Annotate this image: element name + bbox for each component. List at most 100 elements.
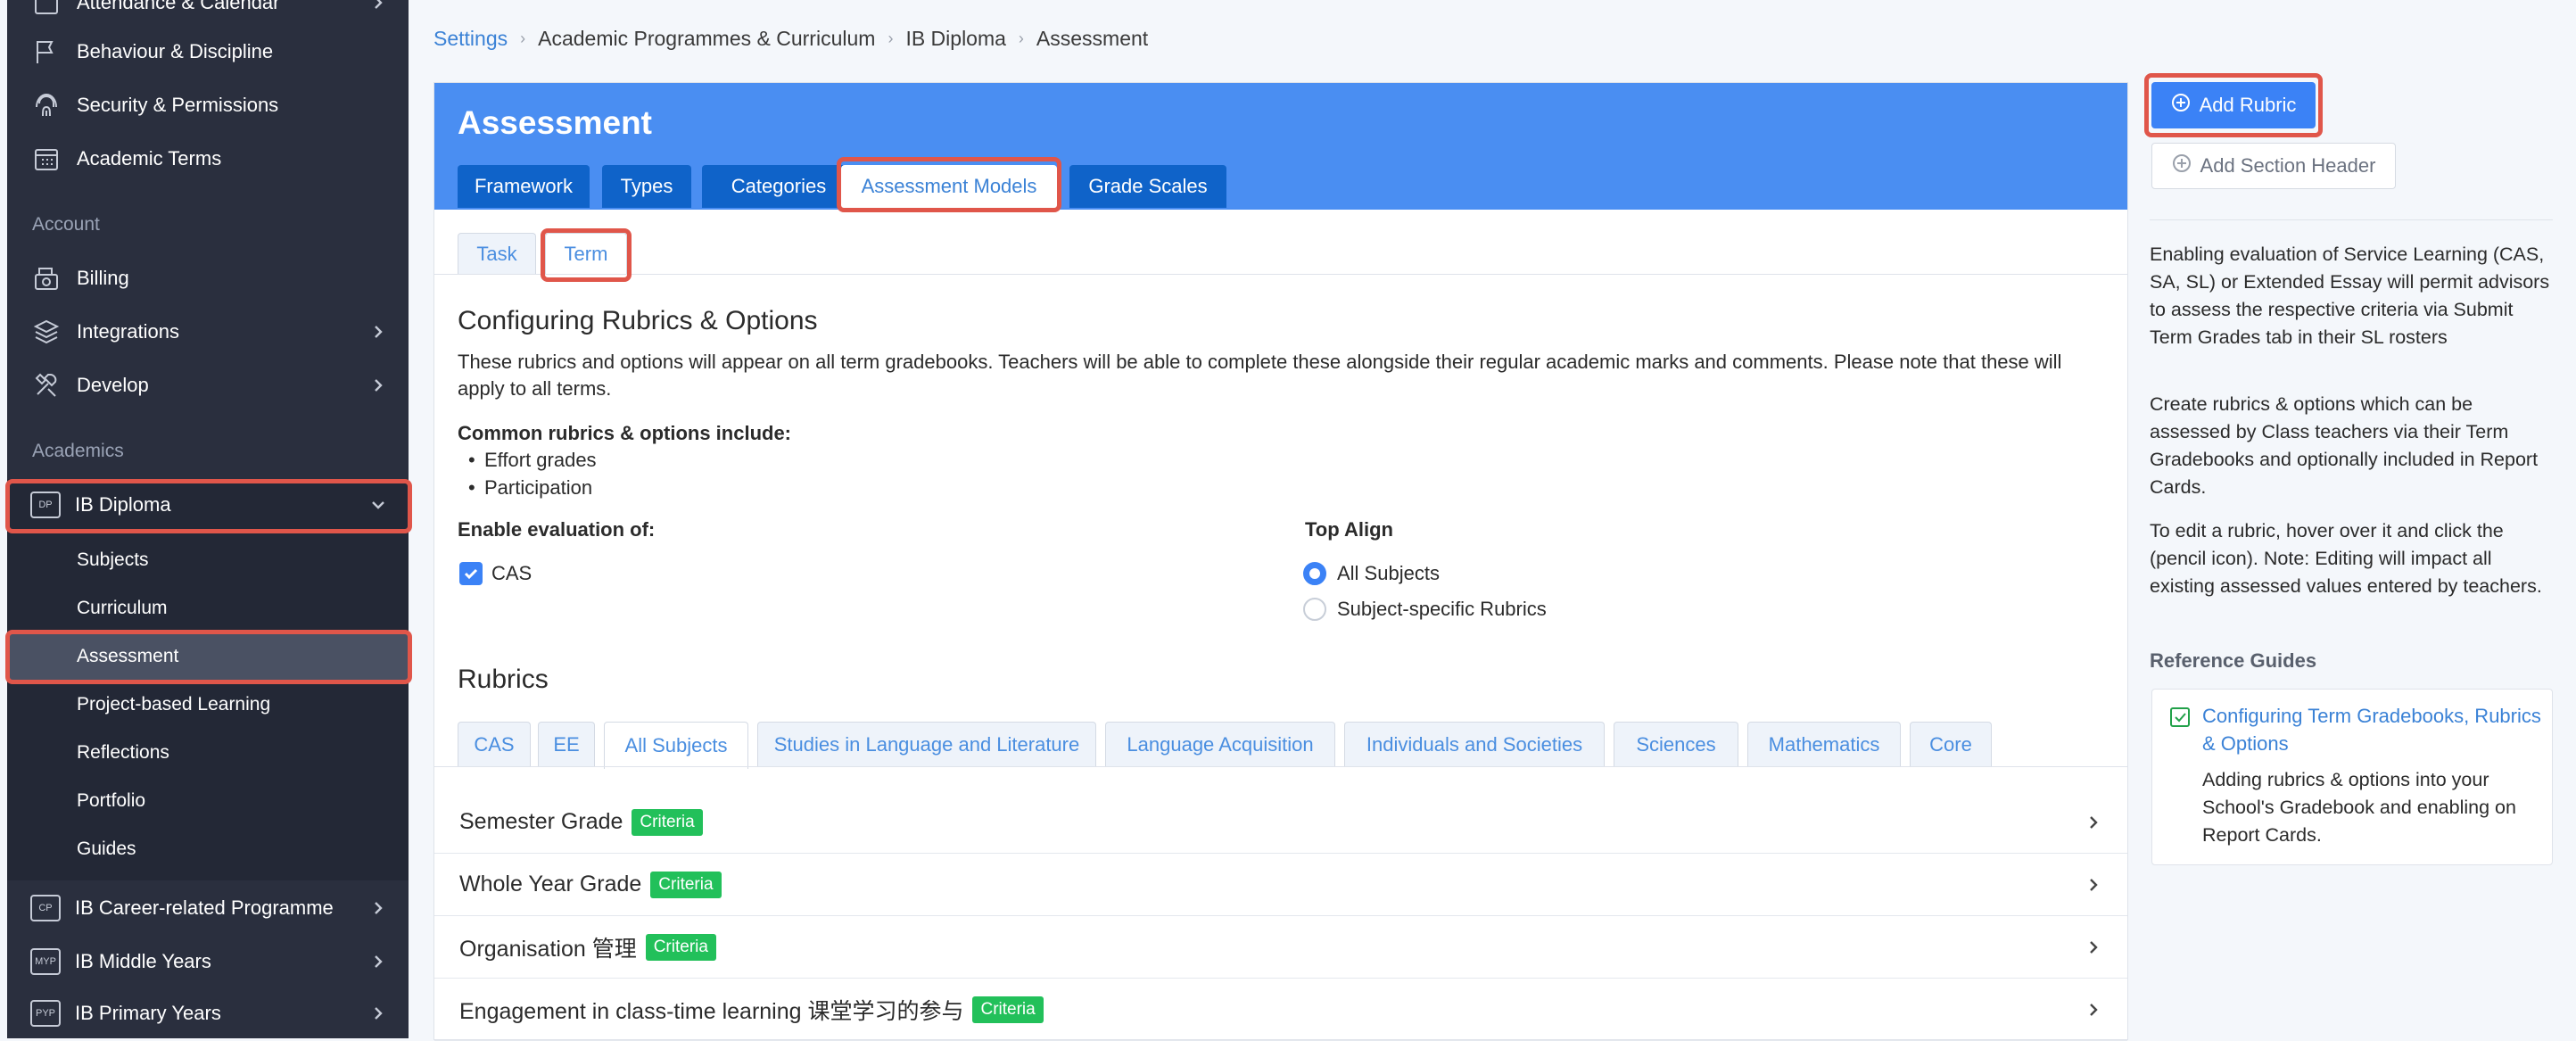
add-rubric-button[interactable]: Add Rubric — [2151, 82, 2316, 128]
guide-description: Adding rubrics & options into your Schoo… — [2202, 769, 2516, 846]
checklist-icon — [2168, 706, 2192, 729]
rubric-name: Whole Year Grade — [459, 872, 642, 896]
sidebar-item-label: Develop — [77, 374, 149, 396]
tab-grade-scales[interactable]: Grade Scales — [1069, 165, 1226, 208]
chevron-right-icon — [2085, 1001, 2102, 1019]
chevron-down-icon — [369, 496, 387, 514]
subtab-task[interactable]: Task — [458, 233, 536, 275]
sidebar-item-label: Behaviour & Discipline — [77, 40, 274, 62]
cp-badge-icon: CP — [30, 895, 61, 921]
calendar-grid-icon — [30, 143, 62, 175]
plus-circle-icon — [2171, 93, 2191, 118]
info-create-rubrics: Create rubrics & options which can be as… — [2150, 393, 2539, 498]
rubric-tab-mathematics[interactable]: Mathematics — [1747, 722, 1901, 767]
chevron-right-icon — [2085, 814, 2102, 831]
rubric-name: Organisation 管理 — [459, 936, 637, 962]
sidebar-subitem-project-based-learning[interactable]: Project-based Learning — [7, 681, 409, 729]
rubric-tab-core[interactable]: Core — [1910, 722, 1992, 767]
rubric-tab-divider — [434, 766, 2127, 767]
list-item: Effort grades — [468, 449, 597, 472]
sidebar-item-label: IB Middle Years — [75, 950, 211, 972]
radio-subject-specific-label: Subject-specific Rubrics — [1337, 598, 1547, 620]
common-rubrics-label: Common rubrics & options include: — [458, 422, 792, 444]
enable-evaluation-label: Enable evaluation of: — [458, 518, 656, 541]
rubric-tab-sciences[interactable]: Sciences — [1614, 722, 1738, 767]
list-item: Participation — [468, 476, 592, 500]
sidebar-item-ib-middle-years[interactable]: MYP IB Middle Years — [7, 936, 409, 987]
chevron-right-icon — [369, 0, 387, 12]
checkmark-icon — [464, 568, 478, 580]
sidebar-item-ib-primary-years[interactable]: PYP IB Primary Years — [7, 987, 409, 1038]
sidebar-subitem-guides[interactable]: Guides — [7, 825, 409, 873]
rubric-tab-language-acquisition[interactable]: Language Acquisition — [1105, 722, 1335, 767]
sidebar-item-label: Attendance & Calendar — [77, 0, 280, 13]
chevron-right-icon — [369, 899, 387, 917]
sidebar-item-develop[interactable]: Develop — [7, 359, 409, 411]
rubric-tab-language-literature[interactable]: Studies in Language and Literature — [757, 722, 1096, 767]
sidebar-item-behaviour[interactable]: Behaviour & Discipline — [7, 26, 409, 78]
sidebar-item-ib-diploma[interactable]: DP IB Diploma — [7, 479, 409, 531]
sidebar: Attendance & Calendar Behaviour & Discip… — [7, 0, 409, 1038]
breadcrumb-ib-diploma[interactable]: IB Diploma — [905, 27, 1005, 51]
info-edit-rubric: To edit a rubric, hover over it and clic… — [2150, 520, 2542, 597]
sidebar-subitem-portfolio[interactable]: Portfolio — [7, 777, 409, 825]
sidebar-subitem-curriculum[interactable]: Curriculum — [7, 584, 409, 632]
sidebar-item-academic-terms[interactable]: Academic Terms — [7, 133, 409, 185]
breadcrumb: Settings › Academic Programmes & Curricu… — [433, 27, 1148, 51]
sidebar-item-attendance[interactable]: Attendance & Calendar — [7, 0, 409, 29]
pyp-badge-icon: PYP — [30, 1000, 61, 1027]
top-align-label: Top Align — [1305, 518, 1393, 541]
sidebar-section-account: Account — [32, 214, 100, 235]
assessment-card: Assessment Framework Types Categories As… — [433, 82, 2128, 1041]
myp-badge-icon: MYP — [30, 948, 61, 975]
chevron-right-icon: › — [1018, 29, 1024, 47]
sidebar-section-academics: Academics — [32, 441, 124, 461]
cas-checkbox[interactable] — [459, 562, 483, 585]
breadcrumb-settings[interactable]: Settings — [433, 27, 508, 51]
rubric-row[interactable]: Organisation 管理 Criteria — [434, 916, 2127, 979]
tab-assessment-models[interactable]: Assessment Models — [841, 165, 1057, 208]
config-description: These rubrics and options will appear on… — [458, 351, 2062, 400]
plus-circle-icon — [2172, 153, 2192, 178]
add-section-header-button[interactable]: Add Section Header — [2151, 143, 2396, 189]
criteria-badge: Criteria — [650, 871, 722, 898]
right-panel-divider — [2150, 219, 2553, 220]
sidebar-subitem-subjects[interactable]: Subjects — [7, 536, 409, 584]
rubric-row[interactable]: Engagement in class-time learning 课堂学习的参… — [434, 979, 2127, 1041]
rubric-tab-all-subjects[interactable]: All Subjects — [604, 722, 748, 769]
sidebar-item-label: Academic Terms — [77, 147, 222, 169]
rubric-tab-ee[interactable]: EE — [538, 722, 595, 767]
sidebar-item-billing[interactable]: Billing — [7, 252, 409, 304]
rubric-row[interactable]: Semester Grade Criteria — [434, 791, 2127, 854]
app-root: Attendance & Calendar Behaviour & Discip… — [0, 0, 2576, 1041]
tab-framework[interactable]: Framework — [458, 165, 590, 208]
radio-subject-specific[interactable] — [1303, 598, 1326, 621]
chevron-right-icon — [369, 323, 387, 341]
radio-all-subjects[interactable] — [1303, 562, 1326, 585]
breadcrumb-academic-programmes[interactable]: Academic Programmes & Curriculum — [538, 27, 875, 51]
rubric-row[interactable]: Whole Year Grade Criteria — [434, 854, 2127, 916]
sidebar-item-label: IB Diploma — [75, 493, 171, 516]
sidebar-item-label: Billing — [77, 267, 129, 289]
sidebar-item-label: IB Career-related Programme — [75, 896, 334, 919]
criteria-badge: Criteria — [645, 933, 716, 961]
tab-categories[interactable]: Categories — [702, 165, 855, 208]
rubric-tab-cas[interactable]: CAS — [458, 722, 531, 767]
sidebar-subitem-reflections[interactable]: Reflections — [7, 729, 409, 777]
sidebar-item-ib-career-related[interactable]: CP IB Career-related Programme — [7, 882, 409, 934]
config-title: Configuring Rubrics & Options — [458, 306, 818, 335]
sidebar-item-security[interactable]: Security & Permissions — [7, 79, 409, 131]
rubric-name: Engagement in class-time learning 课堂学习的参… — [459, 998, 964, 1024]
sidebar-subitem-assessment[interactable]: Assessment — [7, 632, 409, 681]
criteria-badge: Criteria — [972, 996, 1044, 1023]
tab-types[interactable]: Types — [602, 165, 691, 208]
subtab-term[interactable]: Term — [545, 233, 627, 275]
chevron-right-icon — [369, 376, 387, 394]
rubric-tab-individuals-societies[interactable]: Individuals and Societies — [1344, 722, 1605, 767]
fingerprint-icon — [30, 89, 62, 121]
guide-link[interactable]: Configuring Term Gradebooks, Rubrics & O… — [2202, 702, 2541, 757]
reference-guide-card[interactable]: Configuring Term Gradebooks, Rubrics & O… — [2151, 689, 2553, 865]
layers-icon — [30, 316, 62, 348]
sidebar-item-integrations[interactable]: Integrations — [7, 306, 409, 358]
criteria-badge: Criteria — [632, 808, 703, 836]
